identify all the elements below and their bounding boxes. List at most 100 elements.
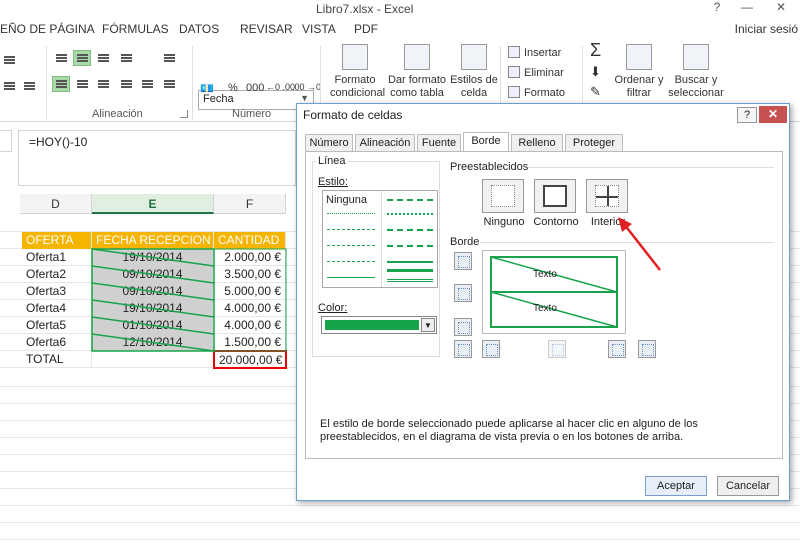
- border-panel: Línea Estilo: Ninguna Color: ▼ Preestabl…: [305, 151, 783, 459]
- border-right-button[interactable]: [608, 340, 626, 358]
- align-bottom-icon[interactable]: [94, 50, 112, 66]
- format-as-table-button[interactable]: Dar formato como tabla: [386, 44, 448, 100]
- style-dotted-option[interactable]: [327, 213, 375, 214]
- diagonal-border: [91, 265, 215, 284]
- font-color-icon[interactable]: [20, 78, 38, 94]
- close-window-button[interactable]: ✕: [770, 0, 792, 18]
- align-center-icon[interactable]: [73, 76, 91, 92]
- help-icon[interactable]: ?: [706, 0, 728, 18]
- align-top-icon[interactable]: [52, 50, 70, 66]
- bold-icon[interactable]: [0, 52, 18, 68]
- tab-formulas[interactable]: FÓRMULAS: [102, 22, 169, 36]
- style-thick-option[interactable]: [387, 269, 433, 272]
- border-left-button[interactable]: [482, 340, 500, 358]
- orientation-icon[interactable]: [117, 50, 135, 66]
- tab-page-layout[interactable]: EÑO DE PÁGINA: [0, 22, 95, 36]
- increase-decimal-button[interactable]: ←0 .00: [266, 82, 295, 92]
- dialog-close-button[interactable]: ✕: [759, 106, 787, 123]
- cell-styles-button[interactable]: Estilos de celda: [450, 44, 498, 100]
- sort-filter-icon: [626, 44, 652, 70]
- autosum-icon[interactable]: Σ: [590, 40, 601, 61]
- color-picker[interactable]: ▼: [321, 316, 437, 334]
- wrap-text-icon[interactable]: [160, 50, 178, 66]
- tab-pdf[interactable]: PDF: [354, 22, 378, 36]
- tab-font[interactable]: Fuente: [417, 134, 461, 151]
- border-center-vertical-button[interactable]: [548, 340, 566, 358]
- style-dashdot-option[interactable]: [327, 245, 375, 246]
- style-medium-dashed[interactable]: [387, 229, 433, 231]
- style-slant-dashdot[interactable]: [387, 213, 433, 215]
- preset-inside-button[interactable]: [586, 179, 628, 213]
- format-button[interactable]: Formato: [508, 86, 565, 99]
- tab-view[interactable]: VISTA: [302, 22, 336, 36]
- increase-indent-icon[interactable]: [138, 76, 156, 92]
- style-none-option[interactable]: Ninguna: [326, 194, 367, 206]
- decrease-indent-icon[interactable]: [117, 76, 135, 92]
- presets-group-title: Preestablecidos: [448, 161, 531, 173]
- border-group-title: Borde: [448, 236, 482, 248]
- formula-input[interactable]: =HOY()-10: [18, 130, 296, 186]
- tab-alignment[interactable]: Alineación: [355, 134, 415, 151]
- preview-text-bottom: Texto: [533, 303, 557, 314]
- diagonal-down-button[interactable]: [638, 340, 656, 358]
- cell-styles-icon: [461, 44, 487, 70]
- fill-color-icon[interactable]: [0, 78, 18, 94]
- border-top-button[interactable]: [454, 252, 472, 270]
- preset-outline-label: Contorno: [533, 216, 579, 228]
- fill-icon[interactable]: ⬇: [590, 64, 601, 80]
- minimize-button[interactable]: —: [736, 0, 758, 18]
- style-medium-option[interactable]: [387, 261, 433, 263]
- percent-button[interactable]: %: [228, 82, 238, 94]
- tab-fill[interactable]: Relleno: [511, 134, 563, 151]
- color-label: Color:: [316, 302, 350, 314]
- style-thin-option[interactable]: [327, 277, 375, 278]
- merge-center-icon[interactable]: [160, 76, 178, 92]
- green-border-overlay: [91, 248, 287, 352]
- diagonal-up-button[interactable]: [454, 340, 472, 358]
- tab-protect[interactable]: Proteger: [565, 134, 623, 151]
- format-cells-dialog: Formato de celdas ? ✕ Número Alineación …: [296, 103, 790, 501]
- style-dashed-option[interactable]: [327, 229, 375, 230]
- color-swatch: [325, 320, 419, 330]
- line-style-list[interactable]: Ninguna: [322, 190, 438, 288]
- find-select-button[interactable]: Buscar y seleccionar: [664, 44, 728, 100]
- sign-in-link[interactable]: Iniciar sesió: [735, 22, 798, 36]
- style-medium-dashdot[interactable]: [387, 199, 433, 201]
- tab-review[interactable]: REVISAR: [240, 22, 293, 36]
- name-box[interactable]: [0, 130, 12, 152]
- thousands-button[interactable]: 000: [246, 82, 264, 94]
- conditional-format-button[interactable]: Formato condicional: [330, 44, 385, 100]
- style-label: Estilo:: [316, 176, 350, 188]
- preset-outline-button[interactable]: [534, 179, 576, 213]
- align-right-icon[interactable]: [94, 76, 112, 92]
- dialog-title: Formato de celdas: [297, 104, 789, 126]
- clear-icon[interactable]: ✎: [590, 84, 601, 100]
- style-double-option[interactable]: [387, 279, 433, 282]
- tab-number[interactable]: Número: [305, 134, 353, 151]
- preset-none-icon: [491, 185, 515, 207]
- border-middle-horizontal-button[interactable]: [454, 284, 472, 302]
- tab-border[interactable]: Borde: [463, 132, 509, 152]
- preview-text-top: Texto: [533, 269, 557, 280]
- diagonal-border: [91, 333, 215, 352]
- style-dash-option[interactable]: [327, 261, 375, 262]
- ok-button[interactable]: Aceptar: [645, 476, 707, 496]
- ribbon-tabs: EÑO DE PÁGINA FÓRMULAS DATOS REVISAR VIS…: [0, 18, 800, 40]
- title-bar: Libro7.xlsx - Excel ? — ✕: [0, 0, 800, 18]
- preset-none-button[interactable]: [482, 179, 524, 213]
- style-dashed-thick[interactable]: [387, 245, 433, 247]
- delete-button[interactable]: Eliminar: [508, 66, 564, 79]
- alignment-launcher-icon[interactable]: [180, 110, 188, 118]
- chevron-down-icon[interactable]: ▼: [421, 318, 435, 332]
- cancel-button[interactable]: Cancelar: [717, 476, 779, 496]
- decrease-decimal-button[interactable]: .00 →0: [292, 82, 321, 92]
- insert-button[interactable]: Insertar: [508, 46, 561, 59]
- border-bottom-button[interactable]: [454, 318, 472, 336]
- sort-filter-button[interactable]: Ordenar y filtrar: [614, 44, 664, 100]
- align-left-icon[interactable]: [52, 76, 70, 92]
- dialog-help-button[interactable]: ?: [737, 107, 757, 123]
- align-middle-icon[interactable]: [73, 50, 91, 66]
- number-group-label: Número: [232, 108, 272, 120]
- tab-data[interactable]: DATOS: [179, 22, 219, 36]
- currency-icon[interactable]: 💶: [200, 82, 214, 95]
